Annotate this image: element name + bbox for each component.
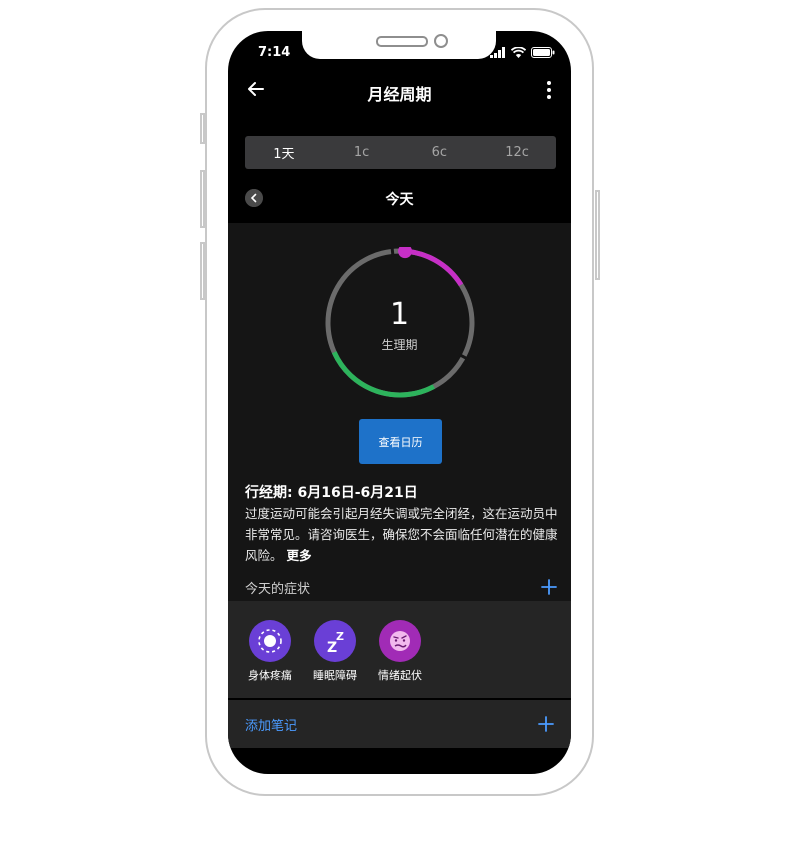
add-note-row[interactable]: 添加笔记 (228, 700, 571, 748)
segment-1-cycle[interactable]: 1c (323, 136, 401, 169)
status-icons (490, 47, 555, 58)
mood-icon (390, 631, 410, 651)
battery-icon (531, 47, 555, 58)
more-options-icon[interactable] (541, 80, 557, 100)
phone-mute-switch (200, 113, 205, 144)
symptom-body-ache[interactable]: 身体疼痛 (240, 620, 300, 683)
phone-volume-down (200, 242, 205, 300)
segment-12-cycles[interactable]: 12c (478, 136, 556, 169)
segment-6-cycles[interactable]: 6c (401, 136, 479, 169)
symptom-name: 睡眠障碍 (313, 669, 357, 682)
symptom-sleep[interactable]: Z Z 睡眠障碍 (305, 620, 365, 683)
range-segmented-control: 1天 1c 6c 12c (245, 136, 556, 169)
app-screen: 7:14 月经周期 1天 1c 6c 12c 今天 1 生理期 查看日历 行经期… (228, 31, 571, 774)
segment-1-day[interactable]: 1天 (245, 136, 323, 169)
ring-today-marker (398, 247, 413, 259)
symptoms-section-label: 今天的症状 (245, 582, 311, 597)
ring-segment-gap (390, 247, 395, 257)
ring-fertile-window (331, 351, 435, 398)
svg-text:Z: Z (336, 630, 344, 643)
phone-power-button (595, 190, 600, 280)
period-description: 过度运动可能会引起月经失调或完全闭经，这在运动员中非常常见。请咨询医生，确保您不… (245, 503, 558, 566)
phone-volume-up (200, 170, 205, 228)
symptoms-list: 身体疼痛 Z Z 睡眠障碍 情绪起伏 (228, 601, 571, 698)
symptom-name: 情绪起伏 (378, 669, 422, 682)
signal-icon (490, 47, 505, 58)
symptom-icon-circle (379, 620, 421, 662)
phone-speaker (376, 36, 428, 47)
view-calendar-button[interactable]: 查看日历 (359, 419, 442, 464)
wifi-icon (511, 47, 526, 58)
cycle-day-number: 1 (389, 297, 410, 332)
sleep-icon: Z Z (327, 630, 344, 656)
page-title: 月经周期 (367, 85, 432, 104)
status-time: 7:14 (258, 45, 291, 60)
add-note-label: 添加笔记 (245, 719, 298, 734)
period-range-title: 行经期: 6月16日-6月21日 (245, 485, 418, 501)
phone-camera (434, 34, 448, 48)
symptom-mood[interactable]: 情绪起伏 (370, 620, 430, 683)
body-ache-icon (258, 629, 282, 653)
add-symptom-plus-icon[interactable] (541, 579, 557, 595)
symptom-icon-circle: Z Z (314, 620, 356, 662)
symptom-name: 身体疼痛 (248, 669, 292, 682)
add-note-plus-icon[interactable] (538, 716, 554, 732)
current-date-label: 今天 (385, 192, 414, 208)
symptom-icon-circle (249, 620, 291, 662)
more-link[interactable]: 更多 (287, 548, 312, 563)
cycle-phase-label: 生理期 (381, 338, 418, 352)
